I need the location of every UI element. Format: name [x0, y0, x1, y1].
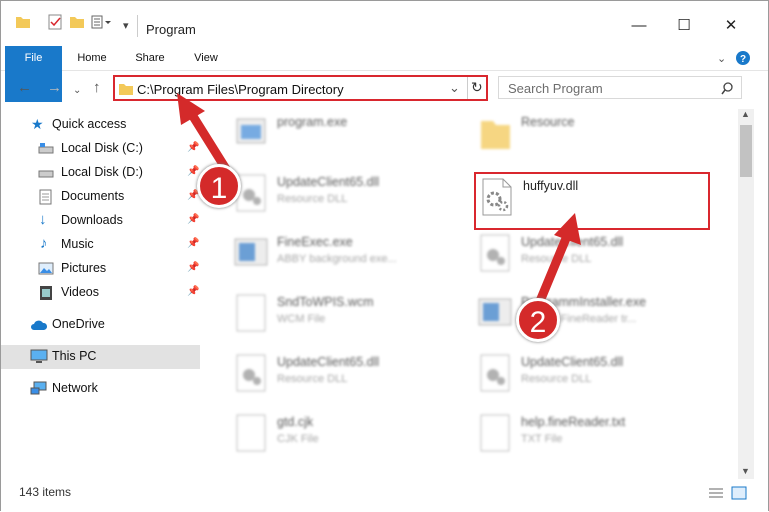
explorer-window: ▾ Program — ☐ ✕ File Home Share View ⌄ ?…	[0, 0, 769, 511]
callout-badge-1: 1	[197, 164, 241, 208]
callout-badge-2: 2	[516, 298, 560, 342]
annotation-overlay	[177, 93, 581, 311]
